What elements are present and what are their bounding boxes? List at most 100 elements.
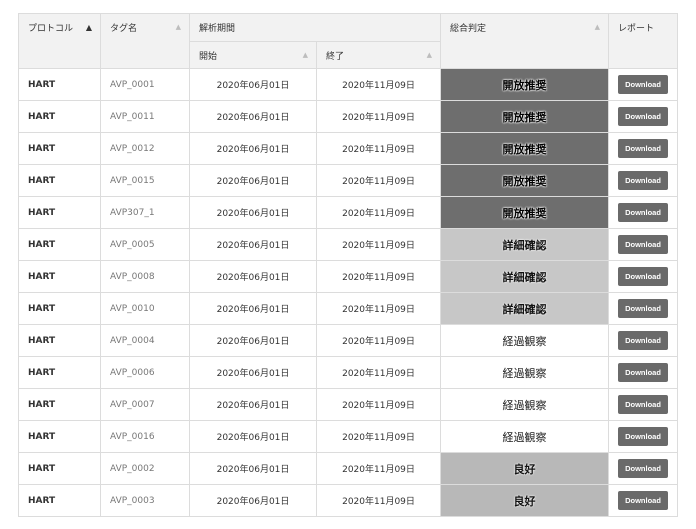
download-button[interactable]: Download [618,491,669,510]
cell-end-date: 2020年11月09日 [315,68,442,101]
verdict-label: 良好 [513,462,536,476]
cell-protocol: HART [18,228,101,261]
table-row: HART AVP307_1 2020年06月01日 2020年11月09日 開放推奨 Do… [18,196,679,229]
col-header-protocol-label: プロトコル [28,24,74,34]
cell-report: Download [608,132,679,165]
col-header-verdict-label: 総合判定 [450,24,487,34]
col-header-report-label: レポート [618,24,655,34]
table-row: HART AVP_0004 2020年06月01日 2020年11月09日 経過観察 Do… [18,324,679,357]
download-button[interactable]: Download [618,459,669,478]
verdict-label: 開放推奨 [502,142,547,156]
cell-protocol: HART [18,356,101,389]
table-row: HART AVP_0001 2020年06月01日 2020年11月09日 開放推奨 Do… [18,68,679,101]
cell-start-date: 2020年06月01日 [189,228,317,261]
verdict-label: 開放推奨 [502,110,547,124]
cell-start-date: 2020年06月01日 [189,420,317,453]
cell-tag: AVP_0004 [100,324,190,357]
verdict-label: 経過観察 [502,366,547,380]
verdict-label: 良好 [513,494,536,508]
verdict-label: 詳細確認 [502,270,547,284]
cell-tag: AVP_0010 [100,292,190,325]
cell-start-date: 2020年06月01日 [189,132,317,165]
table-row: HART AVP_0016 2020年06月01日 2020年11月09日 経過観察 Do… [18,420,679,453]
cell-start-date: 2020年06月01日 [189,388,317,421]
download-button[interactable]: Download [618,395,669,414]
cell-verdict: 良好 [440,484,610,517]
download-button[interactable]: Download [618,267,669,286]
cell-start-date: 2020年06月01日 [189,484,317,517]
cell-tag: AVP_0007 [100,388,190,421]
cell-tag: AVP_0002 [100,452,190,485]
sort-icon[interactable]: ▲ [303,51,308,59]
cell-start-date: 2020年06月01日 [189,292,317,325]
col-header-period-label: 解析期間 [199,24,236,34]
cell-report: Download [608,100,679,133]
table-row: HART AVP_0011 2020年06月01日 2020年11月09日 開放推奨 Do… [18,100,679,133]
table-row: HART AVP_0003 2020年06月01日 2020年11月09日 良好 Down… [18,484,679,517]
cell-start-date: 2020年06月01日 [189,356,317,389]
cell-protocol: HART [18,292,101,325]
cell-report: Download [608,356,679,389]
cell-verdict: 詳細確認 [440,292,610,325]
sort-icon[interactable]: ▲ [595,24,600,31]
col-header-start-label: 開始 [199,51,218,62]
col-header-end[interactable]: 終了 ▲ [315,41,442,69]
sort-icon[interactable]: ▲ [176,24,181,31]
cell-end-date: 2020年11月09日 [315,100,442,133]
cell-report: Download [608,228,679,261]
sort-icon[interactable]: ▲ [427,51,432,59]
verdict-label: 経過観察 [502,398,547,412]
cell-protocol: HART [18,324,101,357]
cell-report: Download [608,260,679,293]
cell-verdict: 良好 [440,452,610,485]
table-row: HART AVP_0015 2020年06月01日 2020年11月09日 開放推奨 Do… [18,164,679,197]
cell-tag: AVP_0011 [100,100,190,133]
cell-report: Download [608,388,679,421]
cell-verdict: 詳細確認 [440,228,610,261]
cell-end-date: 2020年11月09日 [315,452,442,485]
cell-verdict: 経過観察 [440,420,610,453]
cell-end-date: 2020年11月09日 [315,388,442,421]
cell-protocol: HART [18,260,101,293]
download-button[interactable]: Download [618,363,669,382]
cell-verdict: 開放推奨 [440,164,610,197]
cell-tag: AVP_0003 [100,484,190,517]
cell-end-date: 2020年11月09日 [315,484,442,517]
download-button[interactable]: Download [618,75,669,94]
cell-report: Download [608,452,679,485]
cell-end-date: 2020年11月09日 [315,164,442,197]
cell-verdict: 開放推奨 [440,196,610,229]
cell-end-date: 2020年11月09日 [315,196,442,229]
download-button[interactable]: Download [618,299,669,318]
cell-verdict: 開放推奨 [440,100,610,133]
cell-end-date: 2020年11月09日 [315,324,442,357]
download-button[interactable]: Download [618,139,669,158]
cell-report: Download [608,420,679,453]
cell-tag: AVP_0012 [100,132,190,165]
sort-up-icon[interactable]: ▲ [86,23,92,32]
verdict-label: 開放推奨 [502,174,547,188]
download-button[interactable]: Download [618,107,669,126]
col-header-tag[interactable]: タグ名 ▲ [100,13,190,69]
download-button[interactable]: Download [618,171,669,190]
cell-protocol: HART [18,388,101,421]
cell-tag: AVP_0008 [100,260,190,293]
cell-end-date: 2020年11月09日 [315,292,442,325]
col-header-start[interactable]: 開始 ▲ [189,41,317,69]
table-row: HART AVP_0002 2020年06月01日 2020年11月09日 良好 Down… [18,452,679,485]
cell-end-date: 2020年11月09日 [315,260,442,293]
download-button[interactable]: Download [618,235,669,254]
cell-report: Download [608,196,679,229]
cell-report: Download [608,484,679,517]
col-header-verdict[interactable]: 総合判定 ▲ [440,13,610,69]
cell-protocol: HART [18,100,101,133]
download-button[interactable]: Download [618,203,669,222]
col-header-protocol[interactable]: プロトコル ▲ [18,13,101,69]
verdict-label: 経過観察 [502,334,547,348]
download-button[interactable]: Download [618,331,669,350]
download-button[interactable]: Download [618,427,669,446]
cell-tag: AVP_0015 [100,164,190,197]
table-body: HART AVP_0001 2020年06月01日 2020年11月09日 開放推奨 Do… [18,68,679,517]
results-table-container: プロトコル ▲ タグ名 ▲ 解析期間 総合判定 ▲ レポート 開始 ▲ 終了 ▲… [18,13,679,517]
cell-protocol: HART [18,452,101,485]
